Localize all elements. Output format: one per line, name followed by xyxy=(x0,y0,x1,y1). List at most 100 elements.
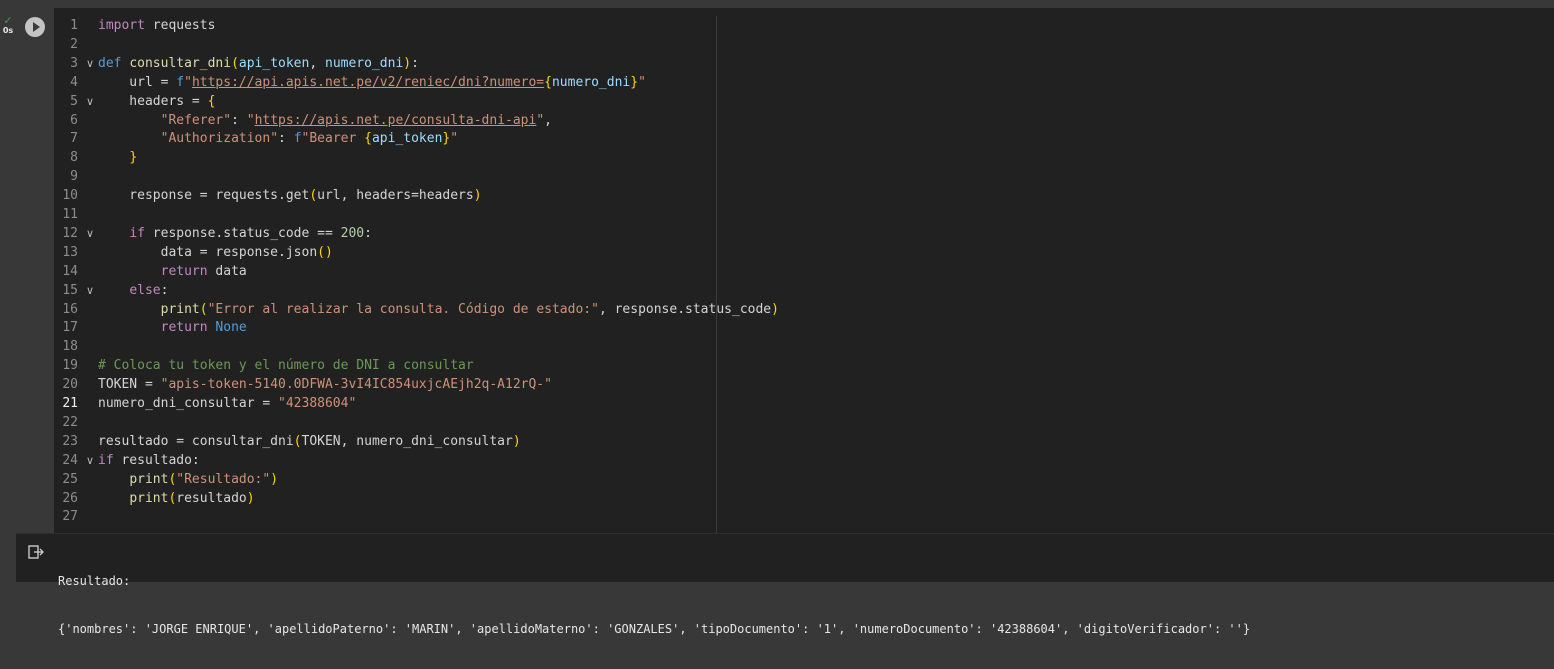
output-redirect-icon[interactable] xyxy=(28,544,44,559)
code-line[interactable]: 23 resultado = consultar_dni(TOKEN, numer… xyxy=(54,432,1554,451)
code-token: consultar_dni xyxy=(129,55,232,71)
code-line[interactable]: 19 # Coloca tu token y el número de DNI a… xyxy=(54,356,1554,375)
code-line[interactable]: 5 ∨ headers = { xyxy=(54,92,1554,111)
code-line[interactable]: 8 } xyxy=(54,148,1554,167)
fold-chevron-icon[interactable]: ∨ xyxy=(82,451,98,470)
code-token: url = xyxy=(98,74,177,90)
code-line[interactable]: 12 ∨ if response.status_code == 200: xyxy=(54,224,1554,243)
code-line[interactable]: 15 ∨ else: xyxy=(54,281,1554,300)
code-line[interactable]: 26 print(resultado) xyxy=(54,489,1554,508)
code-text: resultado = consultar_dni(TOKEN, numero_… xyxy=(98,432,521,451)
code-token: print xyxy=(160,301,200,317)
code-token: ( xyxy=(231,55,239,71)
code-line[interactable]: 16 print("Error al realizar la consulta.… xyxy=(54,300,1554,319)
code-token: { xyxy=(544,74,552,90)
output-text: Resultado: {'nombres': 'JORGE ENRIQUE', … xyxy=(58,541,1250,669)
code-text: if response.status_code == 200: xyxy=(98,224,372,243)
code-token: " xyxy=(184,74,192,90)
code-token: resultado xyxy=(176,490,247,506)
code-token: : xyxy=(411,55,419,71)
code-line[interactable]: 2 xyxy=(54,35,1554,54)
code-token: requests xyxy=(144,18,216,33)
code-token: ( xyxy=(309,188,318,204)
line-number: 9 xyxy=(70,169,78,185)
code-token: api_token xyxy=(371,131,443,147)
line-number: 17 xyxy=(62,320,78,336)
code-line[interactable]: 10 response = requests.get(url, headers=… xyxy=(54,186,1554,205)
code-line[interactable]: 20 TOKEN = "apis-token-5140.0DFWA-3vI4IC8… xyxy=(54,375,1554,394)
code-token: : xyxy=(364,225,372,241)
line-number: 5 xyxy=(70,93,78,109)
code-token: "Authorization" xyxy=(160,131,279,147)
code-text: response = requests.get(url, headers=hea… xyxy=(98,186,481,205)
code-token: if xyxy=(98,452,114,468)
code-line[interactable]: 24 ∨ if resultado: xyxy=(54,451,1554,470)
code-token: ) xyxy=(270,471,279,487)
code-token: "Bearer xyxy=(301,131,365,147)
line-number: 26 xyxy=(62,490,78,506)
code-line[interactable]: 11 xyxy=(54,205,1554,224)
code-token: TOKEN = xyxy=(98,377,161,393)
code-line[interactable]: 18 xyxy=(54,337,1554,356)
code-token: "Referer" xyxy=(160,112,232,128)
code-token: data = response.json xyxy=(98,244,318,260)
code-line[interactable]: 27 xyxy=(54,507,1554,526)
code-token: f xyxy=(176,74,185,90)
code-token: headers = xyxy=(98,93,208,109)
code-token: "Resultado:" xyxy=(176,471,271,487)
code-token: : xyxy=(231,112,247,128)
line-number: 6 xyxy=(70,112,78,128)
code-editor[interactable]: 1 import requests 2 3 ∨ def consultar_dni(api… xyxy=(54,16,1554,533)
code-token: import xyxy=(98,18,145,33)
check-icon: ✓ xyxy=(3,14,13,27)
fold-chevron-icon[interactable]: ∨ xyxy=(82,281,98,300)
code-token: " xyxy=(246,112,255,128)
code-text: if resultado: xyxy=(98,451,200,470)
line-number: 11 xyxy=(62,207,78,222)
line-number: 25 xyxy=(62,471,78,487)
code-line[interactable]: 14 return data xyxy=(54,262,1554,281)
code-line[interactable]: 6 "Referer": "https://apis.net.pe/consul… xyxy=(54,111,1554,130)
code-line[interactable]: 22 xyxy=(54,413,1554,432)
code-line[interactable]: 7 "Authorization": f"Bearer {api_token}" xyxy=(54,129,1554,148)
code-cell[interactable]: ✓ 0s 1 import requests 2 3 ∨ def consultar_dn… xyxy=(3,8,1554,636)
line-number: 19 xyxy=(62,358,78,374)
code-line[interactable]: 3 ∨ def consultar_dni(api_token, numero_dn… xyxy=(54,54,1554,73)
code-token: ( xyxy=(199,301,208,317)
code-token: if xyxy=(129,225,145,241)
line-number: 10 xyxy=(62,188,78,204)
execution-status: ✓ 0s xyxy=(0,14,16,36)
output-line: Resultado: xyxy=(58,574,131,588)
code-line[interactable]: 9 xyxy=(54,167,1554,186)
code-token: ) xyxy=(246,490,255,506)
code-token: , response.status_code xyxy=(598,301,772,317)
code-line[interactable]: 4 url = f"https://api.apis.net.pe/v2/ren… xyxy=(54,73,1554,92)
run-cell-button[interactable] xyxy=(25,17,45,37)
code-token: ) xyxy=(771,301,779,317)
code-token: api_token xyxy=(238,55,310,71)
execution-time: 0s xyxy=(2,26,14,35)
fold-chevron-icon[interactable]: ∨ xyxy=(82,92,98,111)
line-number: 3 xyxy=(70,55,78,71)
code-token: numero_dni xyxy=(551,74,631,90)
line-number: 7 xyxy=(70,131,78,147)
code-token: : xyxy=(278,131,294,147)
code-line[interactable]: 17 return None xyxy=(54,318,1554,337)
fold-chevron-icon[interactable]: ∨ xyxy=(82,54,98,73)
code-token: numero_dni xyxy=(325,55,404,71)
code-token: def xyxy=(98,55,122,71)
code-token: } xyxy=(630,74,639,90)
code-token: print xyxy=(129,490,169,506)
fold-chevron-icon[interactable]: ∨ xyxy=(82,224,98,243)
code-token: None xyxy=(215,320,247,336)
line-number: 8 xyxy=(70,150,78,166)
code-line[interactable]: 21 numero_dni_consultar = "42388604" xyxy=(54,394,1554,413)
code-line[interactable]: 25 print("Resultado:") xyxy=(54,470,1554,489)
code-token: " xyxy=(638,74,646,90)
code-line[interactable]: 13 data = response.json() xyxy=(54,243,1554,262)
code-line[interactable]: 1 import requests xyxy=(54,16,1554,35)
code-token: resultado = consultar_dni xyxy=(98,433,294,449)
